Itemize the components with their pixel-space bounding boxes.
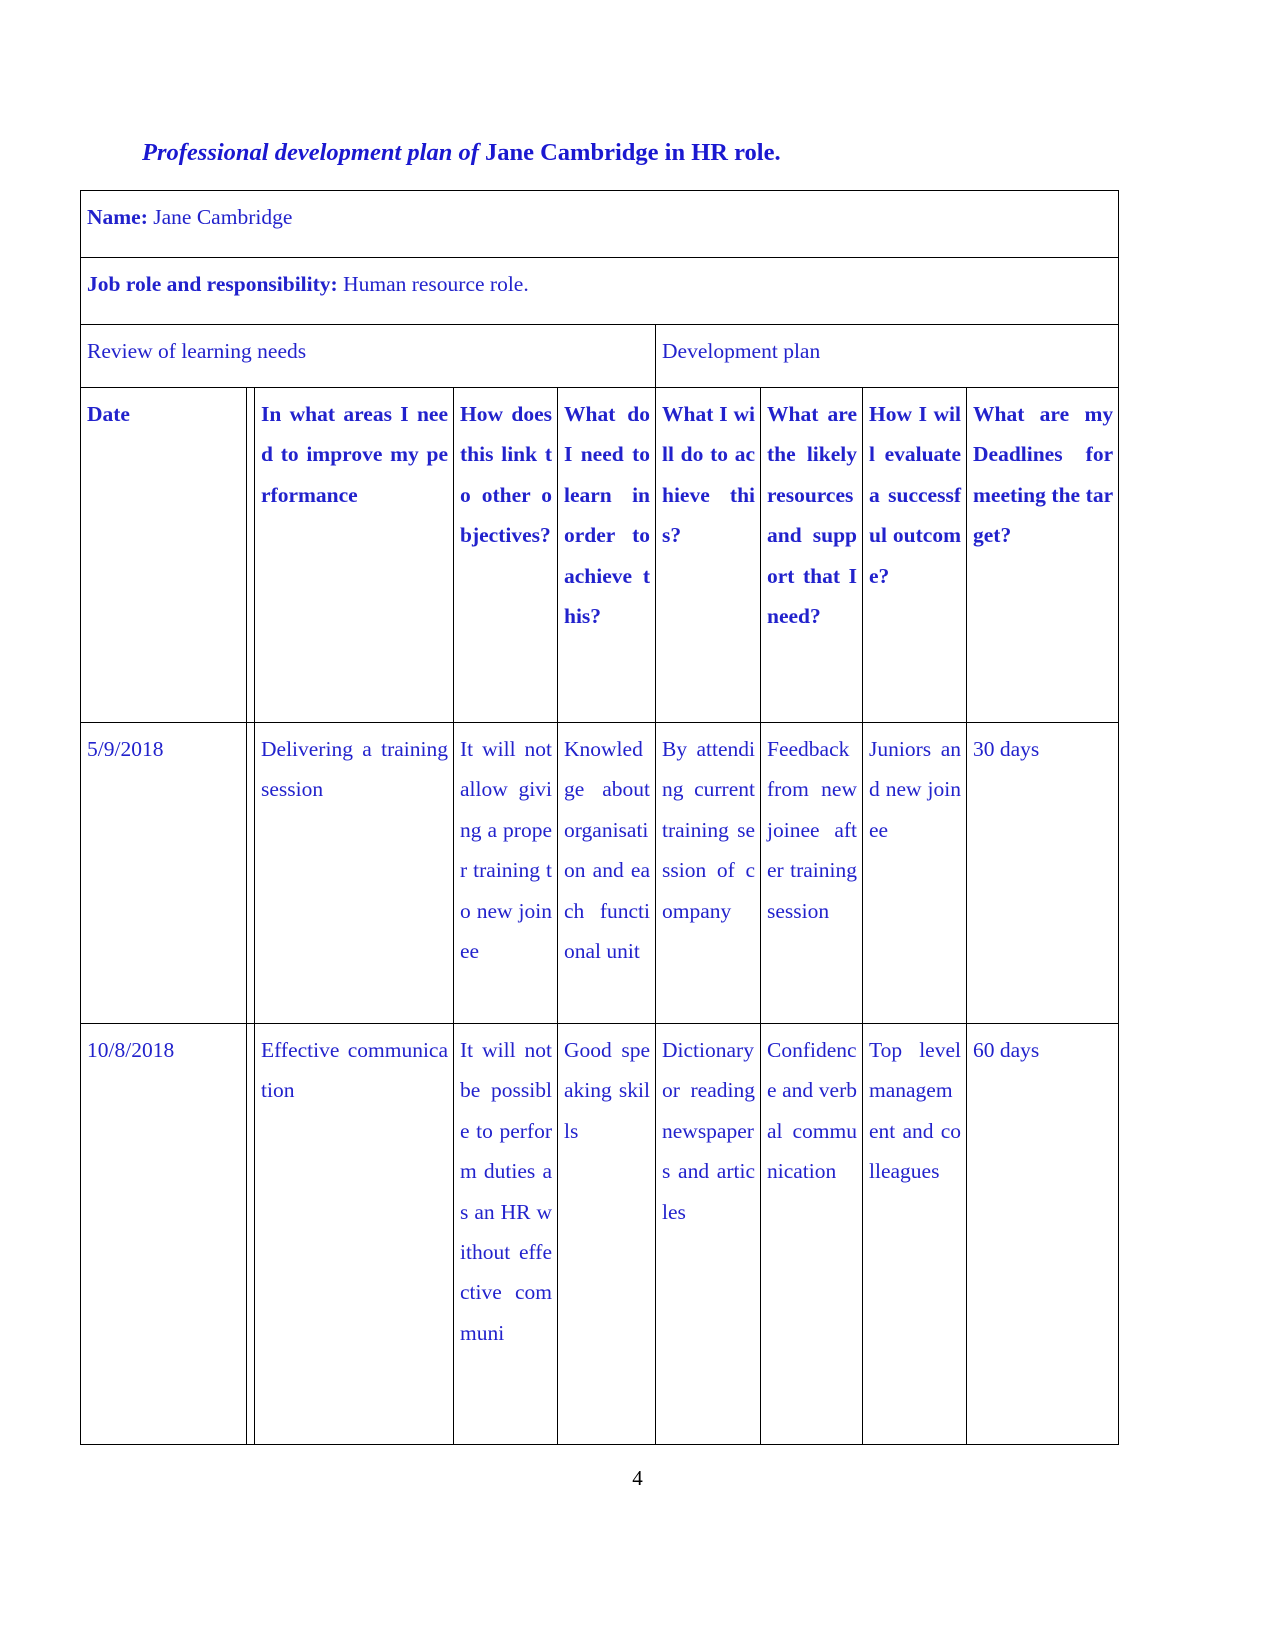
cell-what-will-do: By attending current training session of… xyxy=(655,722,761,1024)
column-spacer xyxy=(246,1023,255,1445)
cell-evaluate-outcome: Top level management and colleagues xyxy=(862,1023,967,1445)
column-header-improve-area: In what areas I need to improve my perfo… xyxy=(254,387,454,723)
name-cell: Name: Jane Cambridge xyxy=(79,190,1120,258)
table-row-group-headers: Review of learning needs Development pla… xyxy=(80,324,1120,388)
job-role-cell: Job role and responsibility: Human resou… xyxy=(79,257,1120,325)
name-label: Name: xyxy=(87,205,148,229)
column-header-resources-support: What are the likely resources and suppor… xyxy=(760,387,863,723)
cell-deadline: 30 days xyxy=(965,722,1120,1024)
page-title-italic: Professional development plan of xyxy=(142,139,485,166)
cell-need-to-learn: Knowledge about organisation and each fu… xyxy=(557,722,656,1024)
cell-date: 5/9/2018 xyxy=(80,722,247,1024)
page-title-bold: Jane Cambridge in HR role. xyxy=(484,139,781,166)
cell-resources-support: Feedback from new joinee after training … xyxy=(760,722,863,1024)
cell-need-to-learn: Good speaking skills xyxy=(557,1023,656,1445)
document-page: Professional development plan of Jane Ca… xyxy=(0,0,1275,1650)
column-header-what-will-do: What I will do to achieve this? xyxy=(655,387,761,723)
cell-link-objectives: It will not allow giving a proper traini… xyxy=(453,722,558,1024)
table-row: 5/9/2018 Delivering a training session I… xyxy=(80,722,1120,1024)
column-spacer xyxy=(246,387,255,723)
cell-date: 10/8/2018 xyxy=(80,1023,247,1445)
column-header-date: Date xyxy=(80,387,247,723)
group-header-development: Development plan xyxy=(654,324,1120,388)
group-header-review: Review of learning needs xyxy=(80,324,656,388)
cell-resources-support: Confidence and verbal communication xyxy=(760,1023,863,1445)
cell-improve-area: Delivering a training session xyxy=(254,722,454,1024)
cell-improve-area: Effective communication xyxy=(254,1023,454,1445)
column-header-deadline: What are my Deadlines for meeting the ta… xyxy=(965,387,1120,723)
page-number: 4 xyxy=(632,1466,643,1490)
table-row: 10/8/2018 Effective communication It wil… xyxy=(80,1023,1120,1445)
table-row-name: Name: Jane Cambridge xyxy=(79,190,1120,258)
table-row-job-role: Job role and responsibility: Human resou… xyxy=(79,257,1120,325)
name-value: Jane Cambridge xyxy=(147,205,293,229)
column-header-link-objectives: How does this link to other objectives? xyxy=(453,387,558,723)
page-title: Professional development plan of Jane Ca… xyxy=(80,138,1120,169)
column-spacer xyxy=(246,722,255,1024)
cell-link-objectives: It will not be possible to perform dutie… xyxy=(453,1023,558,1445)
cell-what-will-do: Dictionary or reading newspapers and art… xyxy=(655,1023,761,1445)
column-header-need-to-learn: What do I need to learn in order to achi… xyxy=(557,387,656,723)
job-role-value: Human resource role. xyxy=(337,272,529,296)
professional-development-plan-table: Name: Jane Cambridge Job role and respon… xyxy=(79,190,1120,1445)
column-header-evaluate-outcome: How I will evaluate a successful outcome… xyxy=(862,387,967,723)
table-row-column-headers: Date In what areas I need to improve my … xyxy=(80,387,1120,723)
job-role-label: Job role and responsibility: xyxy=(87,272,338,296)
cell-evaluate-outcome: Juniors and new joinee xyxy=(862,722,967,1024)
cell-deadline: 60 days xyxy=(965,1023,1120,1445)
